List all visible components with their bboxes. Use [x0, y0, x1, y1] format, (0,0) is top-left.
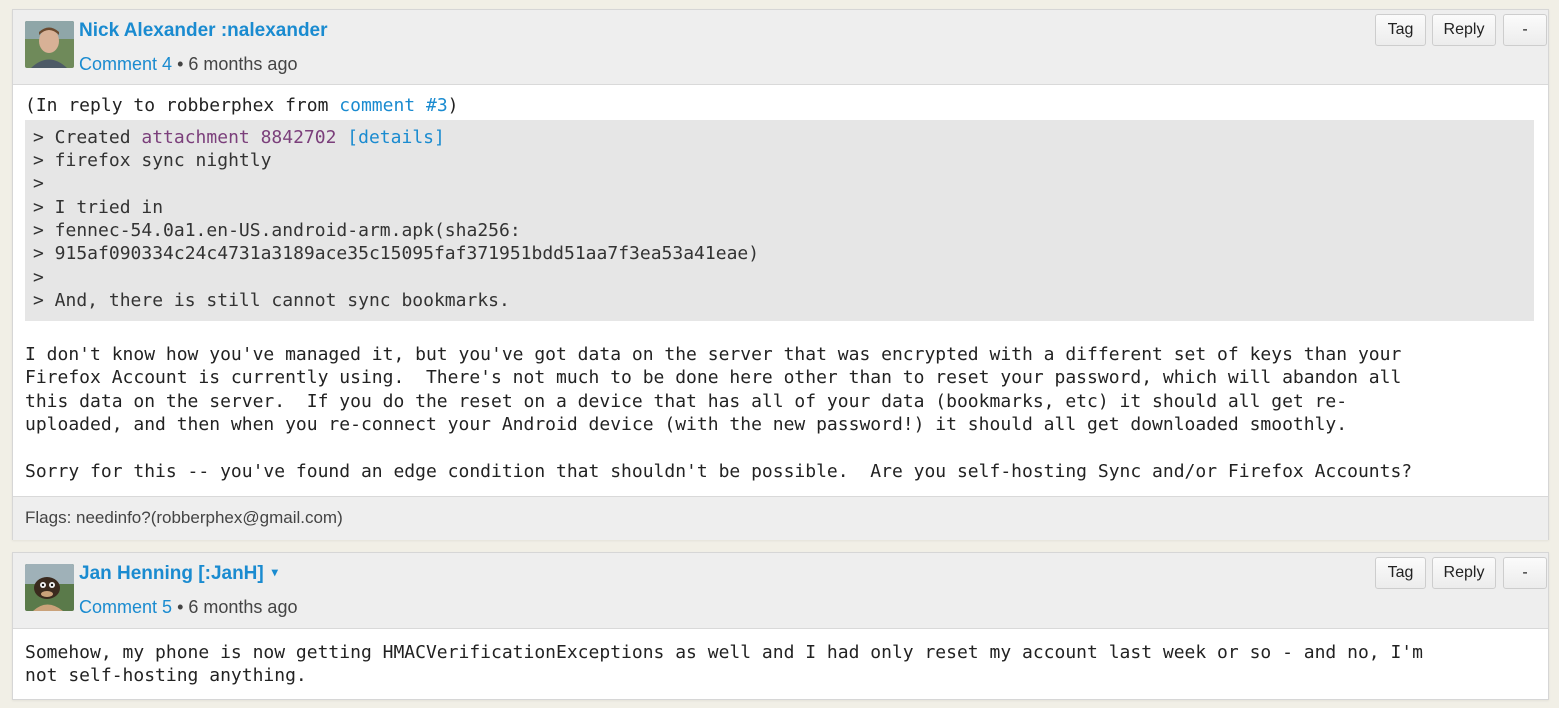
- chevron-down-icon[interactable]: ▾: [272, 565, 278, 579]
- comment-meta: Comment 5 • 6 months ago: [79, 597, 297, 618]
- comment-text-line: not self-hosting anything.: [25, 665, 307, 686]
- quote-prefix: > Created: [33, 127, 142, 148]
- quote-line: > 915af090334c24c4731a3189ace35c15095faf…: [33, 243, 760, 264]
- comment-text-line: Somehow, my phone is now getting HMACVer…: [25, 642, 1423, 663]
- reply-comment-link[interactable]: comment #3: [339, 95, 447, 116]
- collapse-button[interactable]: -: [1503, 557, 1547, 589]
- comment-number-link[interactable]: Comment 5: [79, 597, 172, 617]
- meta-separator: •: [177, 597, 184, 617]
- author-name[interactable]: Jan Henning [:JanH] ▾: [79, 563, 278, 585]
- reply-button[interactable]: Reply: [1432, 557, 1496, 589]
- reply-button[interactable]: Reply: [1432, 14, 1496, 46]
- quote-line: > fennec-54.0a1.en-US.android-arm.apk(sh…: [33, 220, 521, 241]
- comment-text-line: uploaded, and then when you re-connect y…: [25, 414, 1348, 435]
- avatar[interactable]: [25, 21, 74, 68]
- quote-line: > I tried in: [33, 197, 164, 218]
- details-link[interactable]: [details]: [347, 127, 445, 148]
- quote-line: >: [33, 267, 44, 288]
- comment-5: Jan Henning [:JanH] ▾ Comment 5 • 6 month…: [12, 552, 1549, 700]
- comment-age: 6 months ago: [188, 54, 298, 74]
- author-label[interactable]: Jan Henning [:JanH]: [79, 563, 264, 584]
- avatar[interactable]: [25, 564, 74, 611]
- attachment-link[interactable]: attachment 8842702: [141, 127, 336, 148]
- comment-text-line: this data on the server. If you do the r…: [25, 391, 1348, 412]
- tag-button[interactable]: Tag: [1375, 557, 1426, 589]
- reply-prefix: (In reply to robberphex from: [25, 95, 340, 116]
- author-name[interactable]: Nick Alexander :nalexander: [79, 20, 328, 42]
- quote-line: > Created attachment 8842702 [details]: [33, 126, 445, 149]
- comment-number-link[interactable]: Comment 4: [79, 54, 172, 74]
- comment-text-line: I don't know how you've managed it, but …: [25, 344, 1402, 365]
- comment-4: Nick Alexander :nalexander Comment 4 • 6…: [12, 9, 1549, 540]
- tag-button[interactable]: Tag: [1375, 14, 1426, 46]
- comment-header: Jan Henning [:JanH] ▾ Comment 5 • 6 month…: [13, 553, 1548, 629]
- quote-line: > firefox sync nightly: [33, 150, 272, 171]
- flags-bar: Flags: needinfo?(robberphex@gmail.com): [13, 496, 1548, 540]
- reply-suffix: ): [447, 95, 459, 116]
- comment-text-line: Firefox Account is currently using. Ther…: [25, 367, 1402, 388]
- quoted-text: > Created attachment 8842702 [details] >…: [25, 120, 1534, 321]
- comment-age: 6 months ago: [188, 597, 298, 617]
- quote-line: >: [33, 173, 44, 194]
- comment-meta: Comment 4 • 6 months ago: [79, 54, 297, 75]
- collapse-button[interactable]: -: [1503, 14, 1547, 46]
- meta-separator: •: [177, 54, 184, 74]
- comment-header: Nick Alexander :nalexander Comment 4 • 6…: [13, 10, 1548, 85]
- flags-text: Flags: needinfo?(robberphex@gmail.com): [25, 508, 343, 527]
- reply-reference: (In reply to robberphex from comment #3): [25, 94, 459, 117]
- quote-line: > And, there is still cannot sync bookma…: [33, 290, 510, 311]
- comment-text-line: Sorry for this -- you've found an edge c…: [25, 461, 1413, 482]
